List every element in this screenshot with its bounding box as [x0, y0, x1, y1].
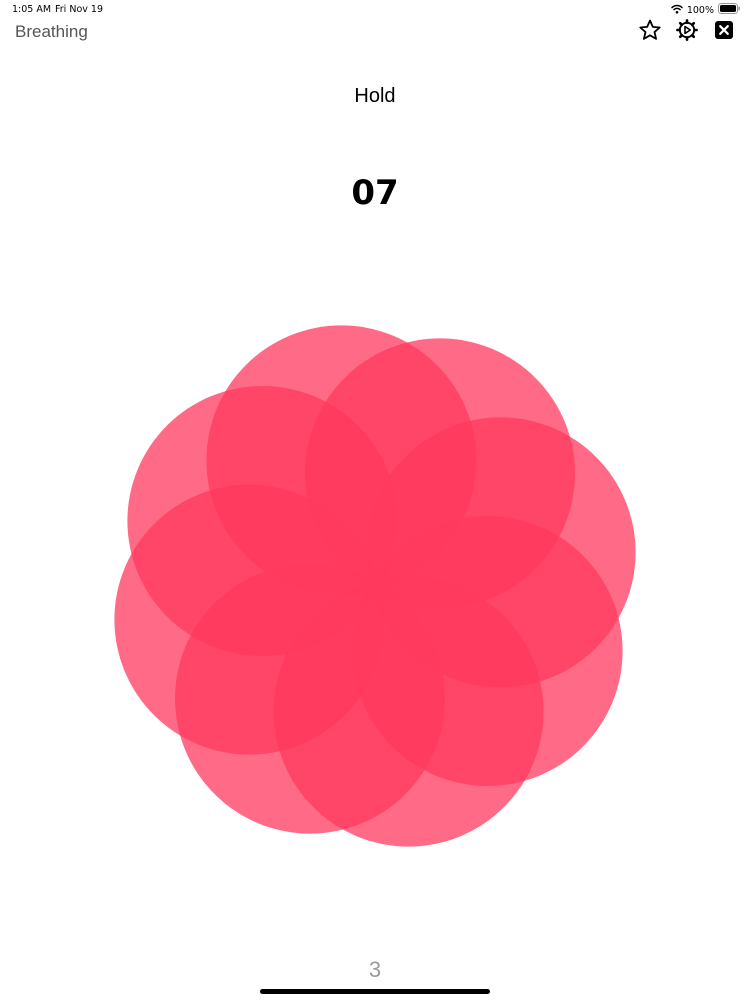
flower-petal — [127, 386, 398, 656]
flower-graphic — [114, 325, 636, 847]
cycle-count: 3 — [368, 957, 382, 982]
breathing-flower — [0, 0, 750, 1000]
home-indicator — [260, 989, 490, 994]
breathing-screen: 1:05 AM Fri Nov 19 100% Breathing Hold 0… — [0, 0, 750, 1000]
